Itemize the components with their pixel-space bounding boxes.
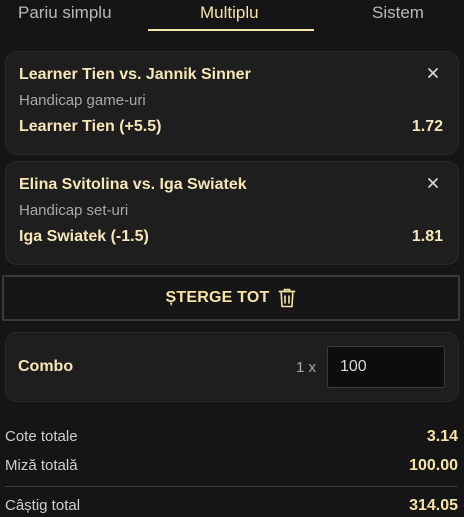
bet-selection: Iga Swiatek (-1.5)	[19, 228, 149, 245]
bet-odds: 1.81	[411, 228, 443, 245]
clear-all-label: ȘTERGE TOT	[165, 289, 270, 306]
total-win-row: Câștig total 314.05	[5, 497, 458, 517]
bet-type-tabs: Pariu simplu Multiplu Sistem	[0, 0, 464, 32]
combo-multiplier: 1 x	[296, 359, 317, 376]
trash-icon	[278, 288, 296, 308]
bet-match: Elina Svitolina vs. Iga Swiatek	[19, 176, 247, 193]
bet-odds: 1.72	[411, 118, 443, 135]
close-icon[interactable]	[426, 66, 440, 80]
total-win-label: Câștig total	[5, 497, 81, 514]
close-icon[interactable]	[426, 176, 440, 190]
total-odds-label: Cote totale	[5, 428, 78, 445]
total-odds-row: Cote totale 3.14	[5, 428, 458, 450]
combo-label: Combo	[18, 358, 74, 375]
total-odds-value: 3.14	[426, 428, 458, 445]
bet-card: Learner Tien vs. Jannik Sinner Handicap …	[5, 51, 459, 155]
active-tab-indicator	[148, 29, 314, 31]
total-stake-row: Miză totală 100.00	[5, 457, 458, 479]
combo-panel: Combo 1 x	[5, 332, 459, 402]
bet-market: Handicap game-uri	[19, 92, 146, 109]
tab-system[interactable]: Sistem	[372, 3, 424, 23]
bet-match: Learner Tien vs. Jannik Sinner	[19, 66, 251, 83]
bet-selection: Learner Tien (+5.5)	[19, 118, 162, 135]
bet-card: Elina Svitolina vs. Iga Swiatek Handicap…	[5, 161, 459, 265]
bet-market: Handicap set-uri	[19, 202, 129, 219]
clear-all-button[interactable]: ȘTERGE TOT	[2, 275, 460, 321]
summary-divider	[5, 486, 458, 487]
total-stake-label: Miză totală	[5, 457, 78, 474]
tab-multiple[interactable]: Multiplu	[200, 3, 259, 23]
total-win-value: 314.05	[409, 497, 458, 514]
total-stake-value: 100.00	[409, 457, 458, 474]
tab-single-bet[interactable]: Pariu simplu	[18, 3, 112, 23]
stake-input[interactable]	[327, 346, 445, 388]
